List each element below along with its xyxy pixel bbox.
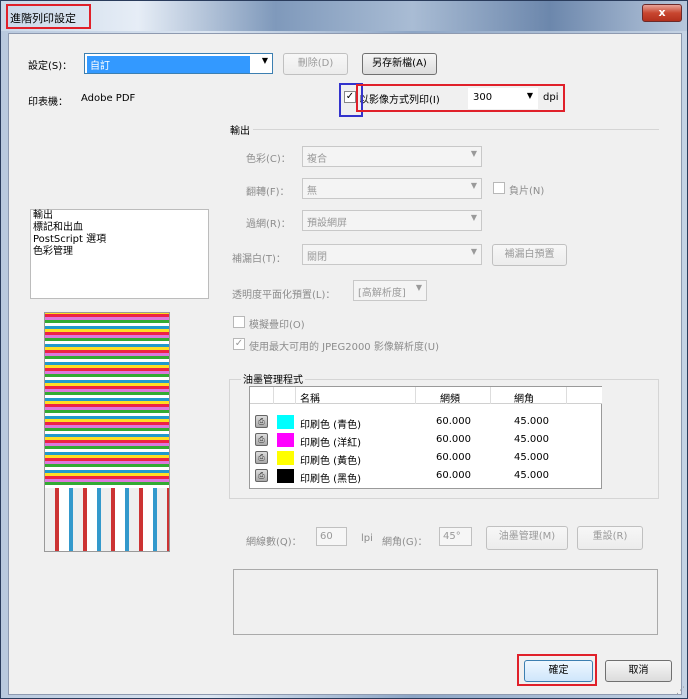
ink-name: 印刷色 (青色) [300, 420, 361, 431]
ink-table[interactable]: 名稱 網頻 網角 ⎙ 印刷色 (青色) 60.000 45.000 ⎙ 印刷色 … [249, 386, 602, 489]
chevron-down-icon: ▼ [261, 56, 268, 65]
ink-frequency: 60.000 [436, 452, 471, 463]
ink-manager-button[interactable]: 油墨管理(M) [486, 526, 568, 550]
ink-color-swatch [277, 469, 294, 483]
ink-row[interactable]: ⎙ 印刷色 (洋紅) 60.000 45.000 [250, 433, 602, 449]
angle-label: 網角(G)： [382, 537, 428, 548]
negative-label: 負片(N) [509, 186, 545, 197]
resize-grip-icon[interactable]: ⋰ [676, 686, 685, 696]
title-bar: 進階列印設定 x [1, 1, 687, 31]
output-group-title: 輸出 [230, 126, 250, 137]
screening-label: 過網(R)： [246, 219, 291, 230]
ink-row[interactable]: ⎙ 印刷色 (黑色) 60.000 45.000 [250, 469, 602, 485]
jpeg2000-checkbox[interactable]: ✓ [233, 338, 245, 350]
ink-row[interactable]: ⎙ 印刷色 (青色) 60.000 45.000 [250, 415, 602, 431]
ink-angle: 45.000 [514, 416, 549, 427]
lines-input[interactable]: 60 [316, 527, 347, 546]
ok-highlight-box [517, 654, 597, 686]
column-header-name[interactable]: 名稱 [300, 390, 320, 405]
ink-name: 印刷色 (黑色) [300, 474, 361, 485]
transparency-value: [高解析度] [358, 288, 406, 299]
ink-manager-title: 油墨管理程式 [241, 371, 305, 386]
printer-icon: ⎙ [255, 415, 268, 428]
screening-select[interactable]: 預設網屏 ▼ [302, 210, 482, 231]
section-item-marks-bleed[interactable]: 標記和出血 [31, 222, 208, 234]
trapping-value: 關閉 [307, 252, 327, 263]
ink-color-swatch [277, 451, 294, 465]
printer-value: Adobe PDF [81, 93, 136, 104]
trapping-label: 補漏白(T)： [232, 254, 286, 265]
lines-unit: lpi [361, 533, 373, 544]
negative-checkbox[interactable] [493, 182, 505, 194]
ink-name: 印刷色 (洋紅) [300, 438, 361, 449]
transparency-select[interactable]: [高解析度] ▼ [353, 280, 427, 301]
trap-presets-button[interactable]: 補漏白預置 [492, 244, 567, 266]
jpeg2000-label: 使用最大可用的 JPEG2000 影像解析度(U) [249, 342, 439, 353]
chevron-down-icon: ▼ [470, 181, 477, 190]
settings-value: 自訂 [87, 56, 250, 73]
ink-color-swatch [277, 433, 294, 447]
ink-frequency: 60.000 [436, 470, 471, 481]
chevron-down-icon: ▼ [415, 283, 422, 292]
ink-frequency: 60.000 [436, 434, 471, 445]
lines-label: 網線數(Q)： [246, 537, 302, 548]
chevron-down-icon: ▼ [470, 213, 477, 222]
chevron-down-icon: ▼ [470, 247, 477, 256]
screening-value: 預設網屏 [307, 218, 347, 229]
chevron-down-icon: ▼ [470, 149, 477, 158]
page-preview-image [44, 312, 170, 552]
flip-label: 翻轉(F)： [246, 187, 290, 198]
section-item-output[interactable]: 輸出 [31, 210, 208, 222]
column-header-angle[interactable]: 網角 [514, 390, 534, 405]
color-value: 複合 [307, 154, 327, 165]
section-item-postscript[interactable]: PostScript 選項 [31, 234, 208, 246]
dialog-window: 進階列印設定 x 設定(S)： 自訂 ▼ 刪除(D) 另存新檔(A) 印表機： … [0, 0, 688, 699]
color-select[interactable]: 複合 ▼ [302, 146, 482, 167]
output-group-divider [253, 129, 659, 130]
ink-color-swatch [277, 415, 294, 429]
section-item-color-management[interactable]: 色彩管理 [31, 246, 208, 258]
cancel-button[interactable]: 取消 [605, 660, 672, 682]
save-as-button[interactable]: 另存新檔(A) [362, 53, 437, 75]
close-button[interactable]: x [642, 4, 682, 22]
sections-list[interactable]: 輸出 標記和出血 PostScript 選項 色彩管理 [30, 209, 209, 299]
printer-icon: ⎙ [255, 433, 268, 446]
angle-input[interactable]: 45° [439, 527, 472, 546]
reset-button[interactable]: 重設(R) [577, 526, 643, 550]
delete-button[interactable]: 刪除(D) [283, 53, 348, 75]
title-highlight-box [6, 4, 91, 29]
printer-icon: ⎙ [255, 469, 268, 482]
ink-row[interactable]: ⎙ 印刷色 (黃色) 60.000 45.000 [250, 451, 602, 467]
flip-select[interactable]: 無 ▼ [302, 178, 482, 199]
settings-label: 設定(S)： [28, 61, 73, 72]
ink-frequency: 60.000 [436, 416, 471, 427]
ink-name: 印刷色 (黃色) [300, 456, 361, 467]
printer-icon: ⎙ [255, 451, 268, 464]
column-header-frequency[interactable]: 網頻 [440, 390, 460, 405]
ink-angle: 45.000 [514, 434, 549, 445]
printer-label: 印表機： [28, 97, 68, 108]
transparency-label: 透明度平面化預置(L)： [232, 290, 336, 301]
flip-value: 無 [307, 186, 317, 197]
description-area [233, 569, 658, 635]
trapping-select[interactable]: 關閉 ▼ [302, 244, 482, 265]
simulate-overprint-label: 模擬疊印(O) [249, 320, 305, 331]
color-label: 色彩(C)： [246, 154, 291, 165]
simulate-overprint-checkbox[interactable] [233, 316, 245, 328]
image-print-highlight-box [356, 84, 565, 112]
ink-angle: 45.000 [514, 470, 549, 481]
ink-angle: 45.000 [514, 452, 549, 463]
settings-select[interactable]: 自訂 ▼ [84, 53, 273, 74]
